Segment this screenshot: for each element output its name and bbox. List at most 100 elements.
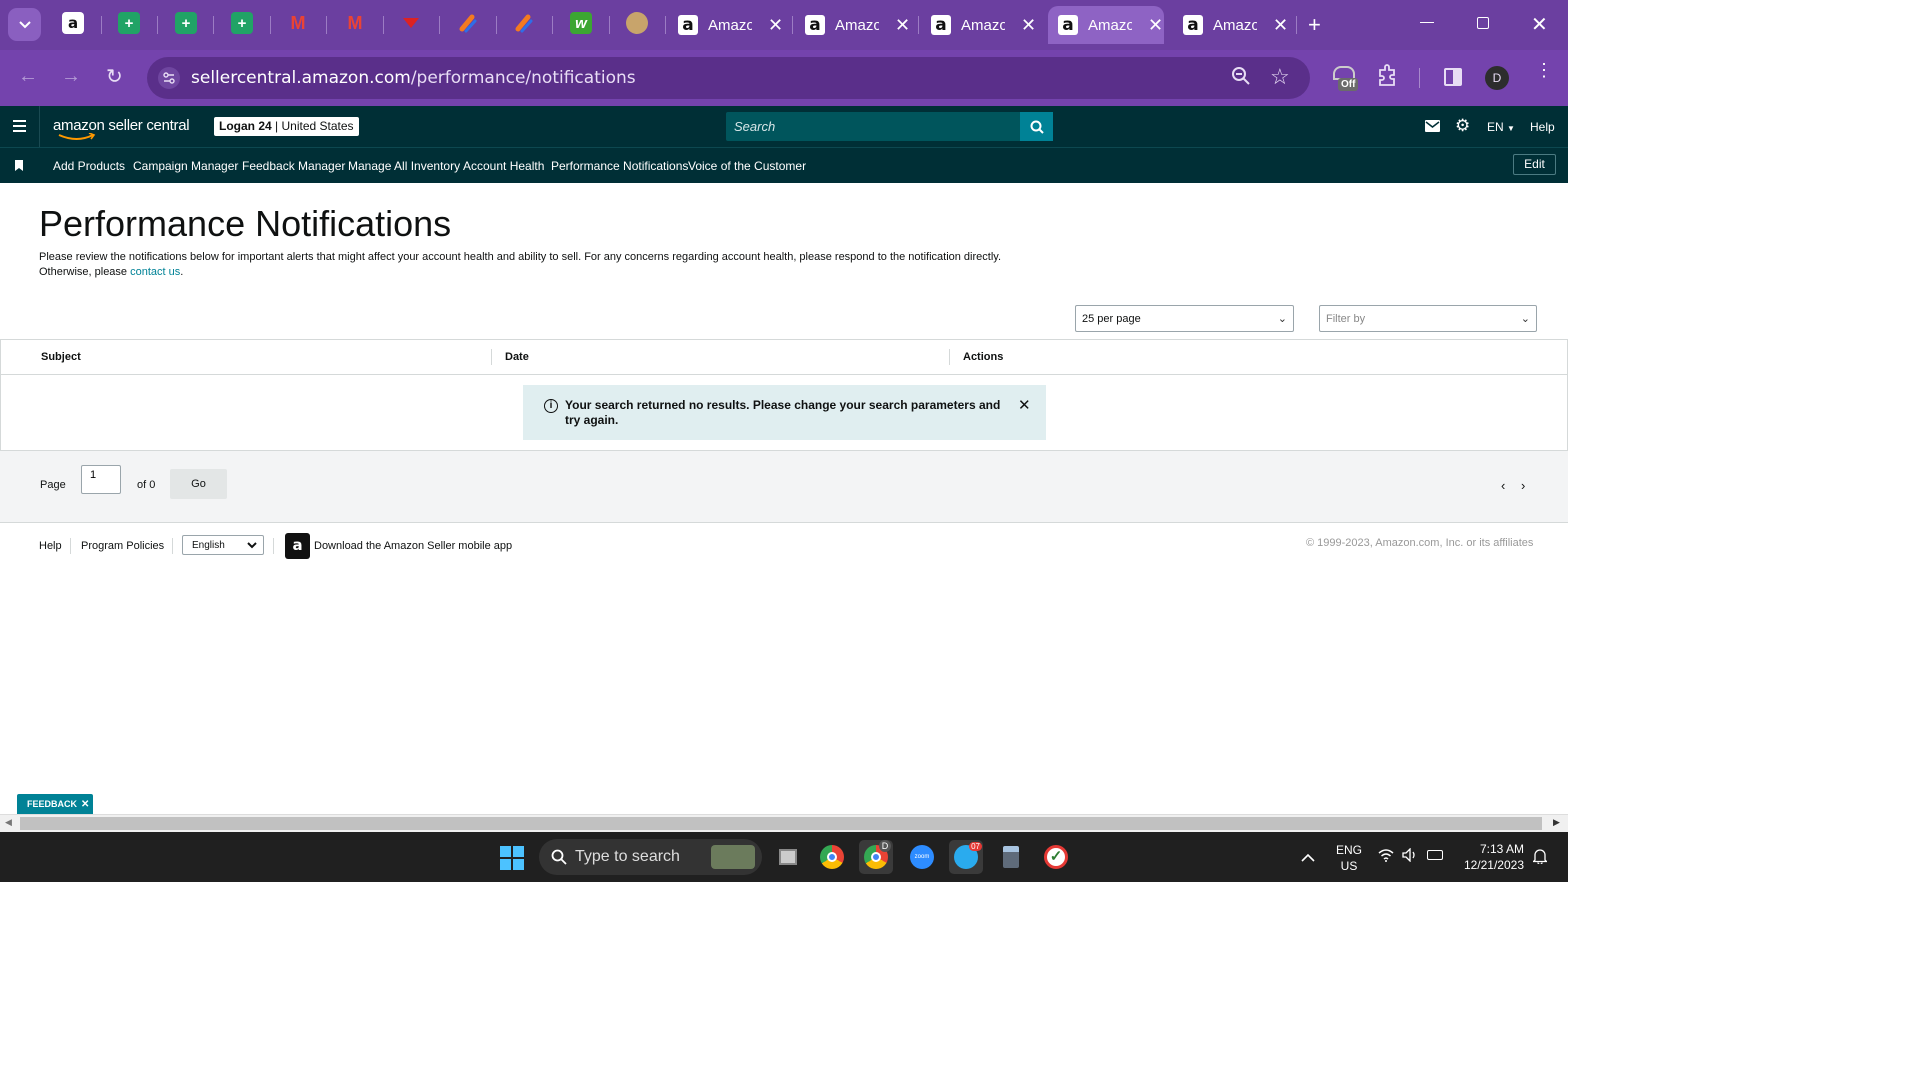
side-panel-icon[interactable] bbox=[1444, 68, 1462, 86]
seller-central-logo[interactable]: amazon seller central bbox=[53, 117, 190, 134]
search-icon bbox=[1030, 120, 1044, 134]
filter-by-select[interactable]: Filter by ⌄ bbox=[1319, 305, 1537, 332]
close-alert-icon[interactable]: ✕ bbox=[1018, 396, 1031, 414]
new-tab-button[interactable]: + bbox=[1308, 12, 1321, 38]
browser-tab[interactable]: a Amazo ✕ bbox=[931, 6, 1036, 44]
nav-item-feedback-manager[interactable]: Feedback Manager bbox=[242, 159, 345, 173]
tab-search-button[interactable] bbox=[8, 8, 41, 41]
nav-item-performance-notifications[interactable]: Performance Notifications bbox=[551, 159, 688, 173]
extensions-puzzle-icon[interactable] bbox=[1377, 64, 1399, 93]
battery-icon[interactable] bbox=[1427, 850, 1443, 860]
scroll-right-arrow[interactable]: ▶ bbox=[1553, 817, 1560, 828]
help-link[interactable]: Help bbox=[1530, 120, 1555, 134]
w-app-tab-icon[interactable]: w bbox=[570, 12, 592, 34]
language-selector[interactable]: EN ▼ bbox=[1487, 120, 1515, 134]
browser-tab[interactable]: a Amazo ✕ bbox=[805, 6, 910, 44]
nav-item-account-health[interactable]: Account Health bbox=[463, 159, 544, 173]
nav-item-campaign-manager[interactable]: Campaign Manager bbox=[133, 159, 238, 173]
go-button[interactable]: Go bbox=[170, 469, 227, 499]
zoom-icon[interactable] bbox=[1231, 66, 1251, 92]
footer-help-link[interactable]: Help bbox=[39, 540, 62, 552]
zoom-taskbar-icon[interactable]: zoom bbox=[905, 840, 939, 874]
back-icon[interactable]: ← bbox=[18, 65, 38, 88]
clock[interactable]: 7:13 AM 12/21/2023 bbox=[1458, 841, 1524, 873]
close-icon[interactable]: ✕ bbox=[895, 15, 910, 36]
seller-central-header: amazon seller central Logan 24 | United … bbox=[0, 106, 1568, 147]
mail-icon[interactable] bbox=[1425, 120, 1440, 132]
nav-item-add-products[interactable]: Add Products bbox=[53, 159, 125, 173]
minimize-button[interactable] bbox=[1420, 22, 1434, 23]
windows-start-icon[interactable] bbox=[500, 846, 524, 870]
bookmark-icon[interactable] bbox=[15, 160, 23, 171]
taskbar-search-box[interactable]: Type to search bbox=[539, 839, 762, 875]
hamburger-menu-icon[interactable] bbox=[13, 120, 26, 132]
checkmark-app-taskbar-icon[interactable]: ✓ bbox=[1039, 840, 1073, 874]
site-settings-icon[interactable] bbox=[158, 67, 180, 89]
calculator-taskbar-icon[interactable] bbox=[994, 840, 1028, 874]
sheets-tab-icon[interactable]: + bbox=[175, 12, 197, 34]
nav-item-voice-of-the-customer[interactable]: Voice of the Customer bbox=[688, 159, 806, 173]
edit-bookmarks-button[interactable]: Edit bbox=[1513, 154, 1556, 175]
caret-down-icon: ▼ bbox=[1507, 124, 1515, 133]
notification-bell-icon[interactable] bbox=[1531, 848, 1549, 869]
forward-icon[interactable]: → bbox=[61, 65, 81, 88]
settings-gear-icon[interactable]: ⚙ bbox=[1455, 116, 1470, 136]
address-bar[interactable]: sellercentral.amazon.com/performance/not… bbox=[147, 57, 1310, 99]
scroll-left-arrow[interactable]: ◀ bbox=[5, 817, 12, 828]
restore-button[interactable] bbox=[1477, 17, 1489, 29]
horizontal-scrollbar[interactable]: ◀ ▶ bbox=[0, 814, 1568, 832]
chrome-taskbar-icon[interactable] bbox=[815, 840, 849, 874]
search-input[interactable]: Search bbox=[726, 112, 1053, 141]
scrollbar-thumb[interactable] bbox=[20, 817, 1542, 830]
box-tab-icon[interactable] bbox=[626, 12, 648, 34]
chrome-profile-taskbar-icon[interactable]: D bbox=[859, 840, 893, 874]
site-tab-icon[interactable] bbox=[400, 12, 422, 34]
volume-icon[interactable] bbox=[1402, 847, 1418, 867]
header-divider bbox=[39, 106, 40, 147]
show-hidden-icons-chevron-icon[interactable] bbox=[1301, 849, 1315, 867]
telegram-taskbar-icon[interactable]: 07 bbox=[949, 840, 983, 874]
bookmark-star-icon[interactable]: ☆ bbox=[1270, 64, 1290, 90]
footer-language-select[interactable]: English bbox=[182, 535, 264, 555]
alert-message: Your search returned no results. Please … bbox=[565, 398, 1001, 427]
gmail-tab-icon[interactable]: M bbox=[344, 12, 366, 34]
close-icon[interactable]: ✕ bbox=[81, 799, 89, 810]
browser-tab[interactable]: a Amazo ✕ bbox=[1183, 6, 1288, 44]
close-icon[interactable]: ✕ bbox=[768, 15, 783, 36]
notifications-table: Subject Date Actions i Your search retur… bbox=[0, 339, 1568, 451]
extension-icon[interactable]: Off bbox=[1333, 64, 1359, 91]
task-view-icon[interactable] bbox=[771, 840, 805, 874]
contact-us-link[interactable]: contact us bbox=[130, 266, 180, 278]
store-selector[interactable]: Logan 24 | United States bbox=[214, 117, 359, 136]
close-window-button[interactable]: ✕ bbox=[1531, 12, 1548, 37]
previous-page-icon[interactable]: ‹ bbox=[1501, 478, 1505, 493]
browser-tab[interactable]: a Amazo ✕ bbox=[678, 6, 783, 44]
nav-item-manage-all-inventory[interactable]: Manage All Inventory bbox=[348, 159, 460, 173]
close-icon[interactable]: ✕ bbox=[1273, 15, 1288, 36]
per-page-select[interactable]: 25 per page ⌄ bbox=[1075, 305, 1294, 332]
app-tab-icon[interactable] bbox=[457, 12, 479, 34]
page-of-label: of 0 bbox=[137, 479, 156, 491]
reload-icon[interactable]: ↻ bbox=[106, 64, 123, 89]
sheets-tab-icon[interactable]: + bbox=[231, 12, 253, 34]
program-policies-link[interactable]: Program Policies bbox=[81, 540, 164, 552]
language-indicator[interactable]: ENG US bbox=[1336, 842, 1362, 874]
profile-avatar[interactable]: D bbox=[1485, 66, 1509, 90]
feedback-tab[interactable]: FEEDBACK ✕ bbox=[17, 794, 93, 814]
amazon-tab-icon[interactable]: a bbox=[62, 12, 84, 34]
column-header-date[interactable]: Date bbox=[505, 351, 529, 363]
column-header-subject[interactable]: Subject bbox=[41, 351, 81, 363]
extension-off-badge: Off bbox=[1338, 78, 1359, 91]
download-app-link[interactable]: Download the Amazon Seller mobile app bbox=[314, 540, 512, 552]
browser-tab-active[interactable]: a Amazo ✕ bbox=[1048, 6, 1164, 44]
next-page-icon[interactable]: › bbox=[1521, 478, 1525, 493]
search-button[interactable] bbox=[1020, 112, 1053, 141]
app-tab-icon[interactable] bbox=[513, 12, 535, 34]
page-number-input[interactable] bbox=[81, 465, 121, 494]
browser-menu-icon[interactable]: ⋮ bbox=[1535, 61, 1553, 79]
close-icon[interactable]: ✕ bbox=[1148, 15, 1163, 36]
close-icon[interactable]: ✕ bbox=[1021, 15, 1036, 36]
wifi-icon[interactable] bbox=[1378, 848, 1394, 867]
gmail-tab-icon[interactable]: M bbox=[287, 12, 309, 34]
sheets-tab-icon[interactable]: + bbox=[118, 12, 140, 34]
